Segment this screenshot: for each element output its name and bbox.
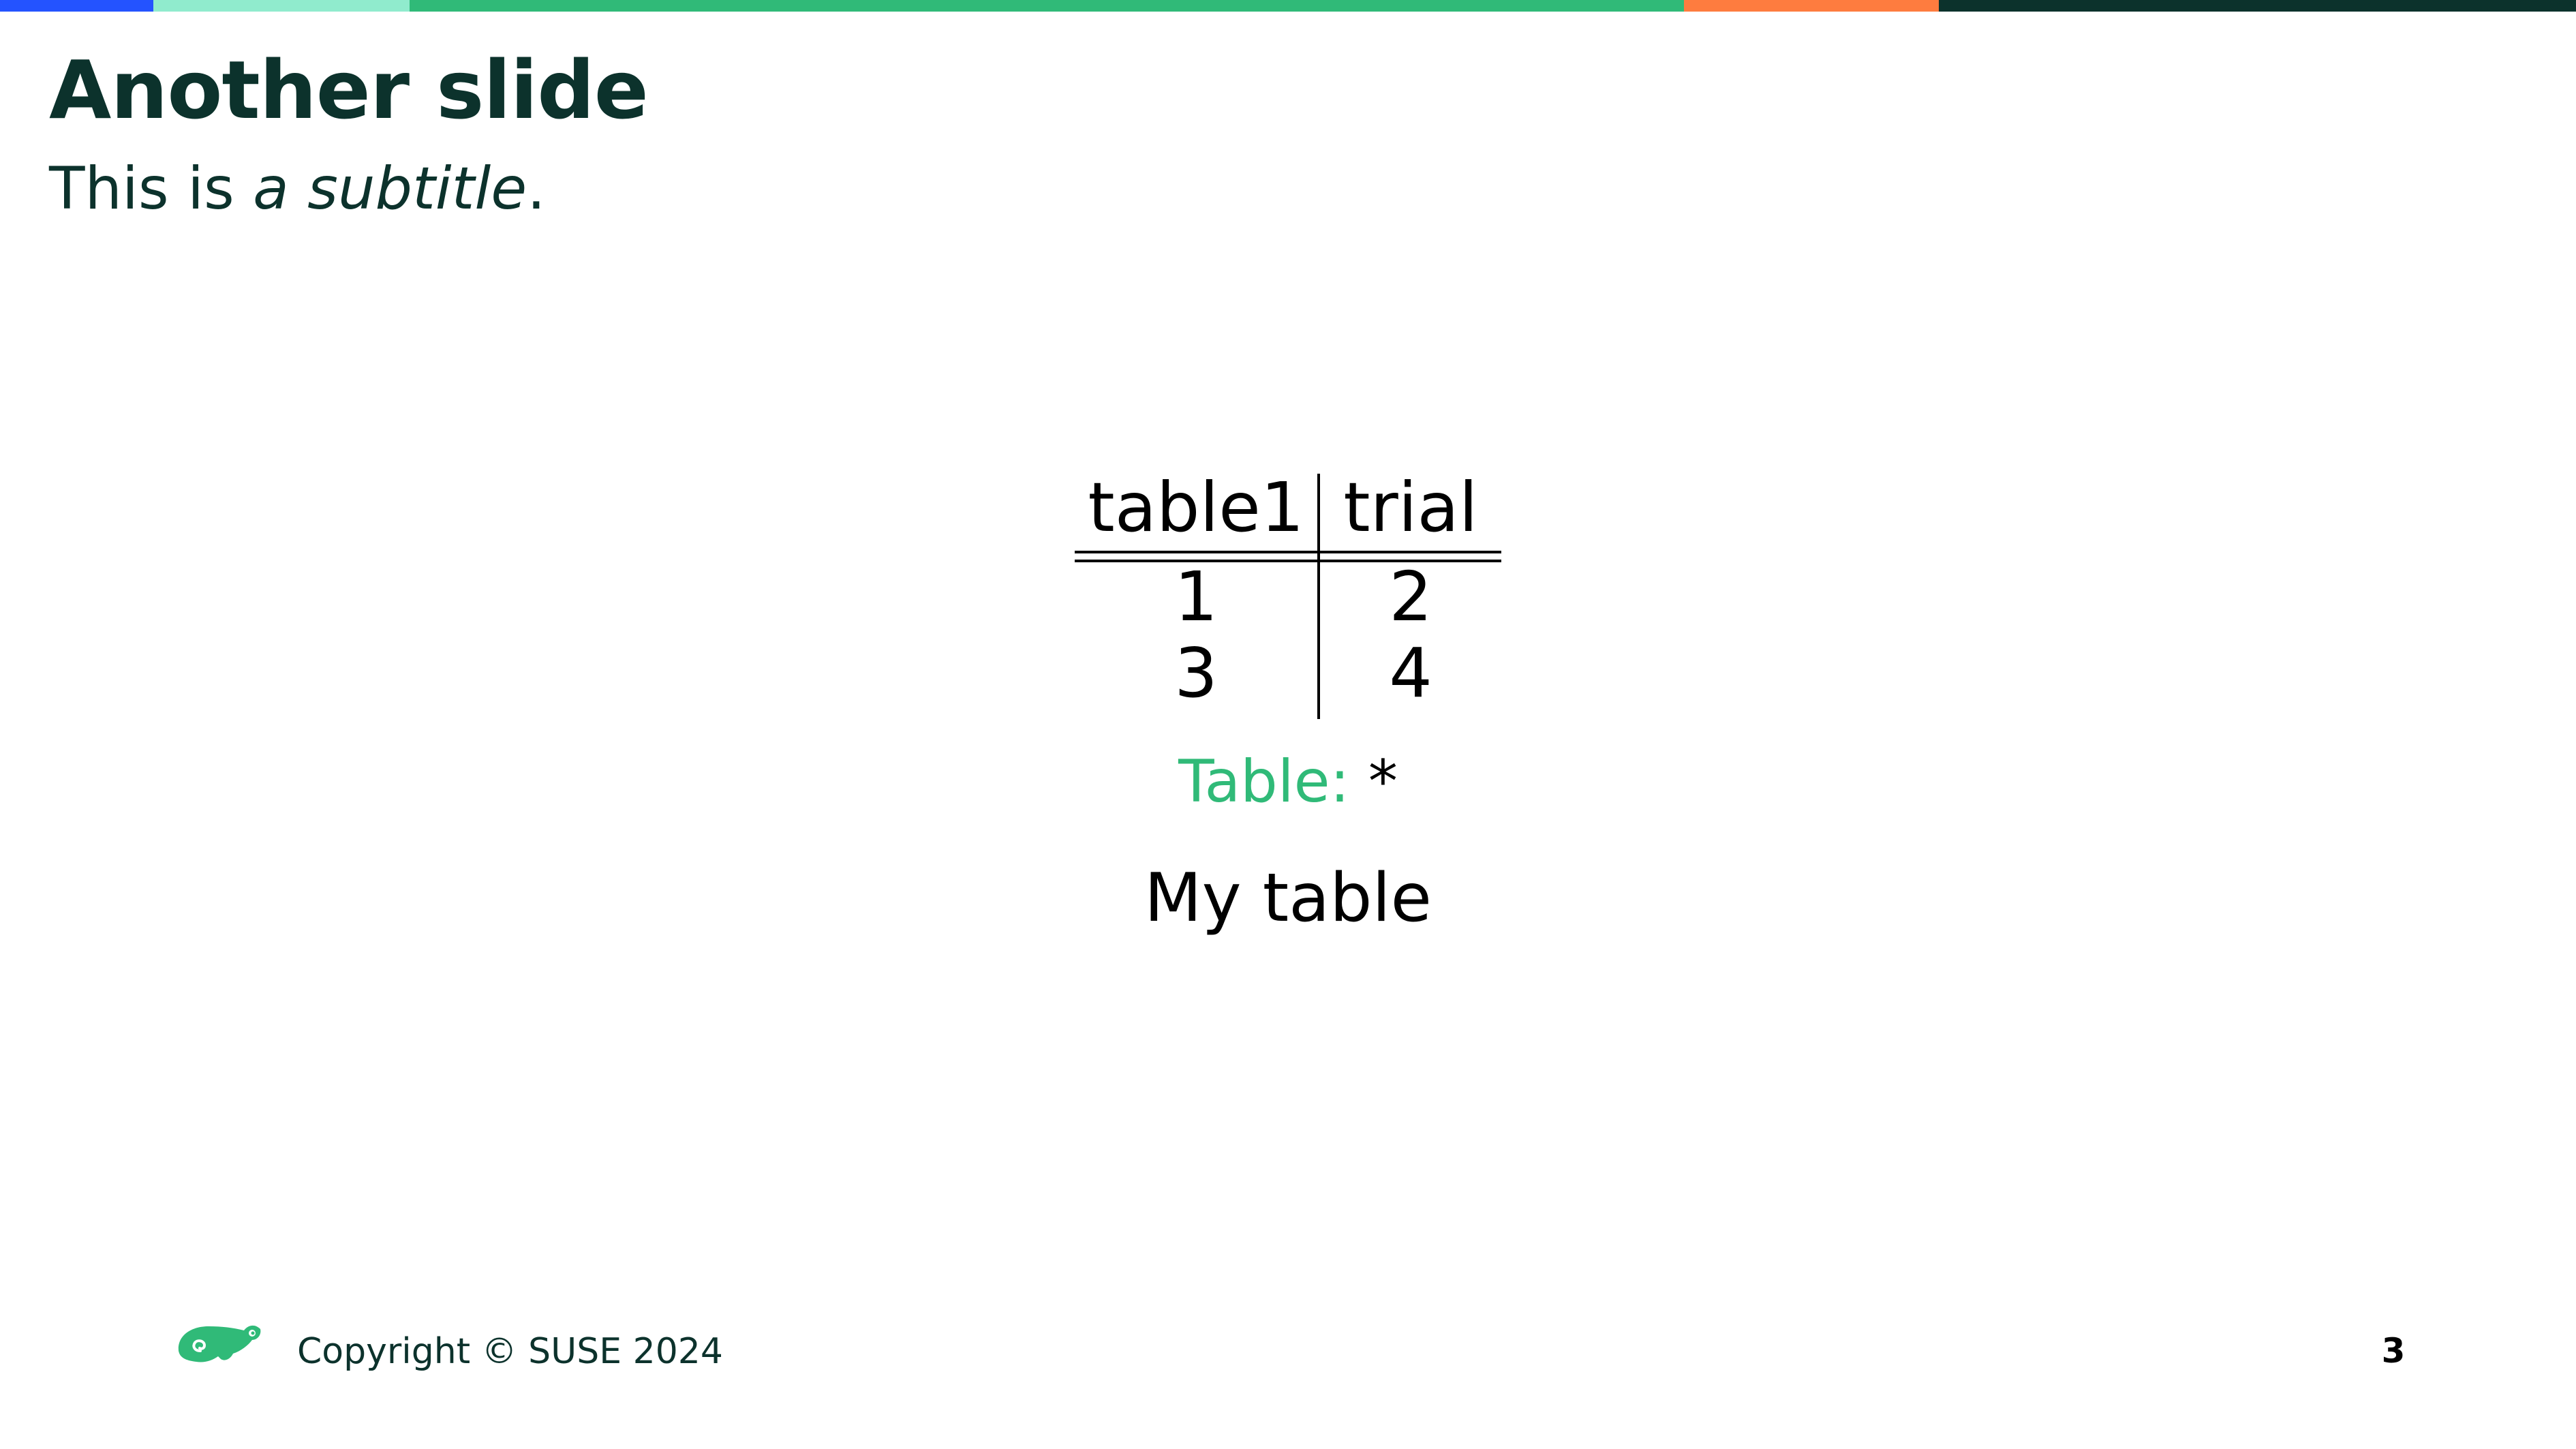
table-header-cell: table1 <box>1088 468 1304 547</box>
table-cell: 2 <box>1389 557 1432 637</box>
table-caption: Table: * <box>0 750 2576 814</box>
caption-label: Table: <box>1178 748 1350 816</box>
top-color-bar <box>0 0 2576 12</box>
table-cell: 4 <box>1389 633 1432 713</box>
subtitle-emphasis: a subtitle <box>253 155 527 223</box>
table-header-rule-top <box>1075 551 1501 553</box>
slide-subtitle: This is a subtitle. <box>49 157 546 222</box>
subtitle-end: . <box>527 155 546 223</box>
slide-title: Another slide <box>49 43 649 137</box>
caption-text: * <box>1368 748 1398 816</box>
table-header-rule-bottom <box>1075 560 1501 562</box>
color-bar-segment-pine <box>1939 0 2576 12</box>
color-bar-segment-mint <box>153 0 410 12</box>
suse-chameleon-icon <box>176 1320 263 1369</box>
table-cell: 1 <box>1174 557 1218 637</box>
color-bar-segment-blue <box>0 0 153 12</box>
data-table: table1 trial 1 2 3 4 <box>1075 470 1501 719</box>
subtitle-text: This is <box>49 155 254 223</box>
color-bar-segment-green <box>410 0 1684 12</box>
footer-copyright: Copyright © SUSE 2024 <box>297 1331 723 1372</box>
page-number: 3 <box>2381 1331 2406 1371</box>
color-bar-segment-orange <box>1684 0 1939 12</box>
table-header-cell: trial <box>1343 468 1478 547</box>
table-title: My table <box>1144 859 1432 937</box>
table-cell: 3 <box>1174 633 1218 713</box>
